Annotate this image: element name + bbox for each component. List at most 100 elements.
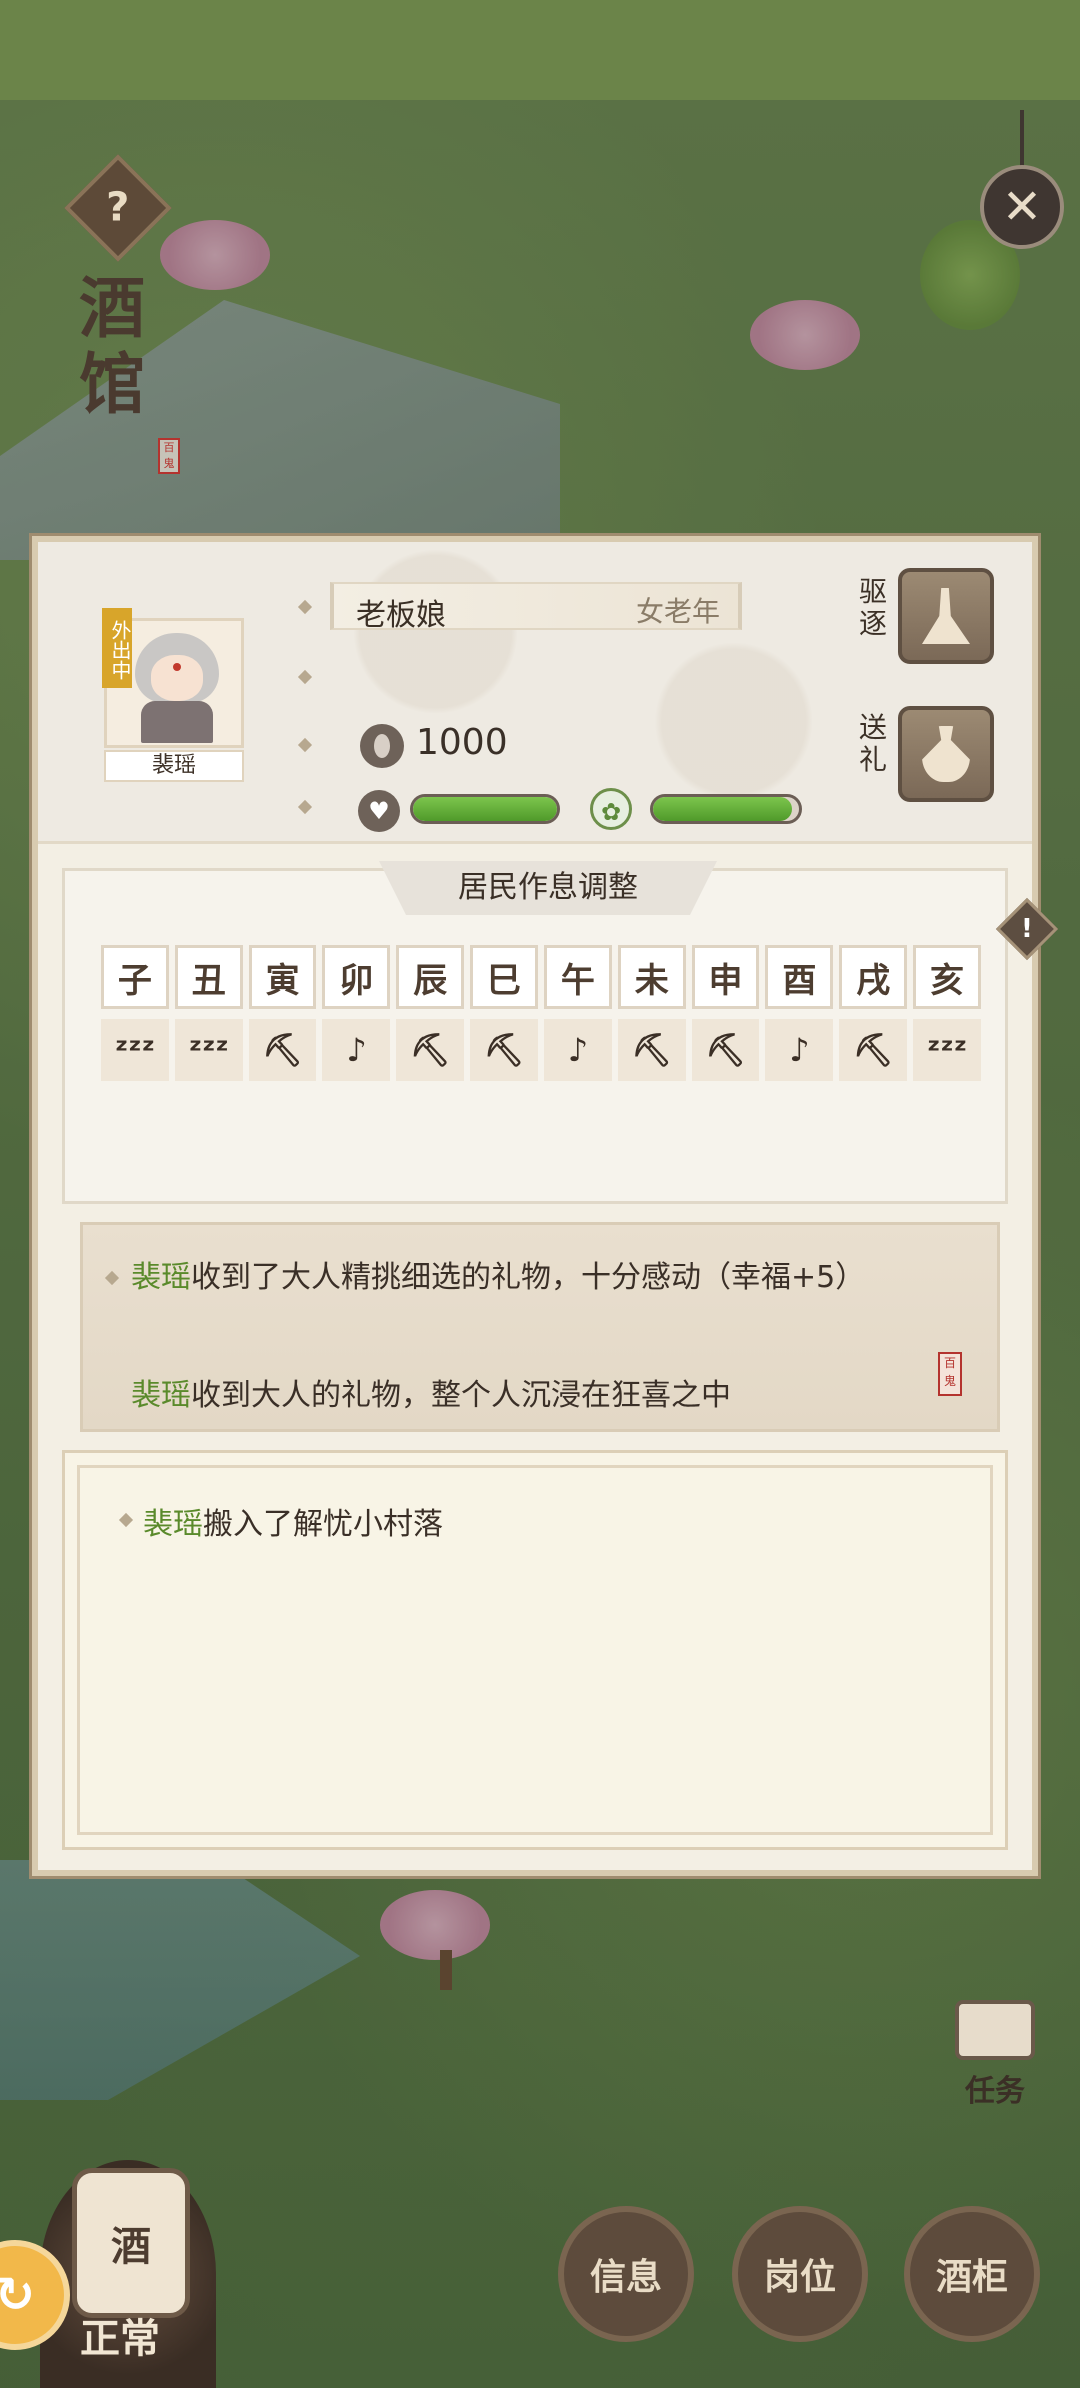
seal-stamp: 百鬼 bbox=[938, 1352, 962, 1396]
hour-cell: 申 bbox=[691, 945, 760, 1009]
tavern-label: 酒 bbox=[111, 2223, 151, 2270]
history-entry-text: 搬入了解忧小村落 bbox=[203, 1507, 443, 1542]
hour-cell: 子 bbox=[101, 945, 169, 1009]
age-gender: 女老年 bbox=[635, 595, 720, 628]
satiety-fill bbox=[653, 797, 792, 821]
heart-icon: ♥ bbox=[358, 790, 400, 832]
page-title: 酒馆 bbox=[79, 269, 145, 423]
info-label: 信息 bbox=[589, 2256, 662, 2298]
leaf-icon: ✿ bbox=[590, 788, 632, 830]
hour-cell: 酉 bbox=[765, 945, 834, 1009]
schedule-panel: 居民作息调整 ! 子丑寅卯辰巳午未申酉戌亥 ᶻᶻᶻ ᶻᶻᶻ ⛏ ♪ ⛏ ⛏ ♪ ⛏ ⛏ ♪ ⛏ ᶻᶻᶻ bbox=[62, 861, 1059, 1204]
seal-stamp: 百鬼 bbox=[158, 438, 180, 474]
expel-button[interactable] bbox=[898, 568, 994, 664]
pickaxe-icon: ⛏ bbox=[705, 1031, 746, 1069]
activity-slot[interactable]: ᶻᶻᶻ bbox=[913, 1019, 981, 1081]
gift-button[interactable] bbox=[898, 706, 994, 802]
activity-slot[interactable]: ⛏ bbox=[617, 1019, 686, 1081]
music-person-icon: ♪ bbox=[567, 1031, 589, 1069]
activity-slot[interactable]: ⛏ bbox=[248, 1019, 317, 1081]
happiness-bar bbox=[410, 794, 560, 824]
status-badge: 外出中 bbox=[102, 608, 132, 688]
activity-slot[interactable]: ♪ bbox=[322, 1019, 391, 1081]
activity-slot[interactable]: ⛏ bbox=[470, 1019, 538, 1081]
music-person-icon: ♪ bbox=[346, 1031, 367, 1069]
hour-cell: 午 bbox=[543, 945, 612, 1009]
role-field: 老板娘 女老年 bbox=[330, 582, 742, 633]
hour-row: 子丑寅卯辰巳午未申酉戌亥 bbox=[101, 945, 981, 1009]
character-header: 外出中 裴瑶 老板娘 女老年 1000 ♥ ✿ 驱逐 送礼 bbox=[38, 542, 1032, 844]
pickaxe-icon: ⛏ bbox=[631, 1031, 673, 1069]
gift-sack-icon bbox=[922, 726, 970, 782]
close-button[interactable]: ✕ bbox=[980, 165, 1064, 249]
sleep-icon: ᶻᶻᶻ bbox=[188, 1031, 229, 1069]
bullet-icon bbox=[297, 737, 313, 753]
coin-value: 1000 bbox=[416, 722, 508, 763]
pickaxe-icon: ⛏ bbox=[262, 1031, 303, 1069]
hour-cell: 卯 bbox=[322, 945, 391, 1009]
activity-slot[interactable]: ⛏ bbox=[691, 1019, 760, 1081]
log-entry: 裴瑶收到大人的礼物，整个人沉浸在狂喜之中 bbox=[131, 1377, 891, 1415]
log-entry: 裴瑶收到了大人精挑细选的礼物，十分感动（幸福+5） bbox=[131, 1259, 891, 1297]
gift-label: 送礼 bbox=[858, 711, 887, 776]
activity-slot[interactable]: ᶻᶻᶻ bbox=[174, 1019, 243, 1081]
pickaxe-icon: ⛏ bbox=[409, 1031, 451, 1069]
tavern-button[interactable]: 酒 bbox=[72, 2168, 190, 2318]
music-person-icon: ♪ bbox=[789, 1031, 810, 1069]
history-entry-name: 裴瑶 bbox=[143, 1507, 203, 1542]
close-icon: ✕ bbox=[1001, 179, 1043, 235]
post-label: 岗位 bbox=[763, 2256, 836, 2298]
hour-cell: 巳 bbox=[470, 945, 538, 1009]
activity-slot[interactable]: ♪ bbox=[543, 1019, 612, 1081]
pickaxe-icon: ⛏ bbox=[483, 1031, 525, 1069]
activity-slot[interactable]: ᶻᶻᶻ bbox=[101, 1019, 169, 1081]
character-name: 裴瑶 bbox=[104, 750, 244, 782]
cabinet-label: 酒柜 bbox=[935, 2256, 1008, 2298]
log-entry-name: 裴瑶 bbox=[131, 1260, 191, 1295]
hour-cell: 丑 bbox=[174, 945, 243, 1009]
history-entry: 裴瑶搬入了解忧小村落 bbox=[143, 1499, 443, 1543]
info-button[interactable]: 信息 bbox=[558, 2206, 694, 2342]
post-button[interactable]: 岗位 bbox=[732, 2206, 868, 2342]
hour-cell: 未 bbox=[617, 945, 686, 1009]
bullet-icon bbox=[297, 669, 313, 685]
pickaxe-icon: ⛏ bbox=[852, 1031, 894, 1069]
sleep-icon: ᶻᶻᶻ bbox=[114, 1031, 155, 1069]
sleep-icon: ᶻᶻᶻ bbox=[926, 1031, 968, 1069]
hour-cell: 亥 bbox=[913, 945, 981, 1009]
tavern-status: 正常 bbox=[80, 2315, 160, 2362]
happiness-fill bbox=[413, 797, 557, 821]
bullet-icon bbox=[297, 799, 313, 815]
event-log[interactable]: 裴瑶收到了大人精挑细选的礼物，十分感动（幸福+5） 裴瑶收到大人的礼物，整个人沉… bbox=[80, 1222, 1000, 1432]
log-entry-name: 裴瑶 bbox=[131, 1378, 191, 1413]
resident-panel: 外出中 裴瑶 老板娘 女老年 1000 ♥ ✿ 驱逐 送礼 居民作息调整 ! 子… bbox=[32, 536, 1059, 1876]
log-entry-text: 收到大人的礼物，整个人沉浸在狂喜之中 bbox=[191, 1378, 731, 1413]
hour-cell: 辰 bbox=[396, 945, 465, 1009]
cabinet-button[interactable]: 酒柜 bbox=[904, 2206, 1040, 2342]
activity-slot[interactable]: ⛏ bbox=[396, 1019, 465, 1081]
hour-cell: 戌 bbox=[839, 945, 908, 1009]
satiety-bar bbox=[650, 794, 802, 824]
activity-slot[interactable]: ♪ bbox=[765, 1019, 834, 1081]
scroll-icon bbox=[955, 2000, 1035, 2060]
activity-row: ᶻᶻᶻ ᶻᶻᶻ ⛏ ♪ ⛏ ⛏ ♪ ⛏ ⛏ ♪ ⛏ ᶻᶻᶻ bbox=[101, 1019, 981, 1081]
hour-cell: 寅 bbox=[248, 945, 317, 1009]
coin-icon bbox=[360, 724, 404, 768]
broom-icon bbox=[922, 588, 970, 644]
task-button[interactable]: 任务 bbox=[940, 2000, 1050, 2120]
refresh-icon: ↻ bbox=[0, 2267, 36, 2323]
bullet-icon bbox=[297, 599, 313, 615]
question-icon: ? bbox=[106, 184, 130, 231]
history-log[interactable]: 裴瑶搬入了解忧小村落 bbox=[62, 1450, 1008, 1850]
bullet-icon bbox=[104, 1270, 120, 1286]
bullet-icon bbox=[118, 1512, 134, 1528]
log-entry-text: 收到了大人精挑细选的礼物，十分感动（幸福+5） bbox=[191, 1260, 866, 1295]
schedule-title: 居民作息调整 bbox=[379, 861, 717, 915]
exclamation-icon: ! bbox=[1021, 913, 1033, 944]
task-label: 任务 bbox=[965, 2074, 1025, 2109]
expel-label: 驱逐 bbox=[858, 575, 887, 640]
role-title: 老板娘 bbox=[356, 598, 446, 633]
character-portrait bbox=[135, 633, 219, 743]
activity-slot[interactable]: ⛏ bbox=[839, 1019, 908, 1081]
top-status-area bbox=[0, 0, 1080, 100]
